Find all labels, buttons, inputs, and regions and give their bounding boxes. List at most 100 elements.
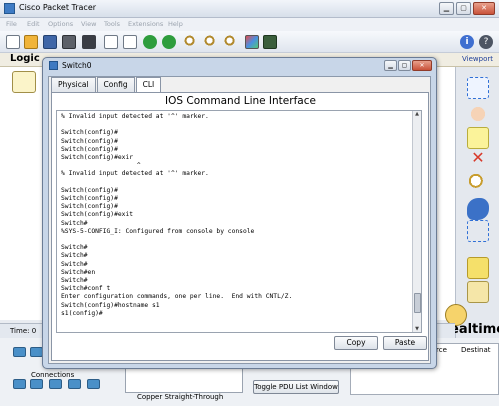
- switch-icon: [49, 61, 58, 70]
- new-file-icon[interactable]: [6, 35, 20, 49]
- add-complex-pdu-icon[interactable]: [467, 281, 489, 303]
- menu-tools[interactable]: Tools: [104, 20, 120, 28]
- terminal-line: Switch(config)#: [61, 195, 118, 203]
- cli-terminal[interactable]: % Invalid input detected at '^' marker. …: [56, 110, 422, 333]
- paste-icon[interactable]: [123, 35, 137, 49]
- close-button[interactable]: ✕: [473, 2, 495, 15]
- terminal-line: Switch#: [61, 219, 88, 227]
- terminal-line: % Invalid input detected at '^' marker.: [61, 113, 209, 120]
- place-note-icon[interactable]: [467, 127, 489, 149]
- packet-tracer-app-icon: [4, 3, 15, 14]
- zoom-out-icon[interactable]: [224, 35, 238, 49]
- main-toolbar: i ?: [0, 31, 499, 53]
- copy-button[interactable]: Copy: [334, 336, 378, 350]
- draw-shape-icon[interactable]: [467, 198, 489, 220]
- dialog-close-button[interactable]: ✕: [412, 60, 432, 71]
- app-title: Cisco Packet Tracer: [19, 3, 97, 12]
- device-tabs: Physical Config CLI: [51, 77, 162, 92]
- copy-icon[interactable]: [104, 35, 118, 49]
- viewport-label[interactable]: Viewport: [462, 55, 493, 63]
- dialog-window-controls: ▁ ▢ ✕: [384, 60, 432, 71]
- end-devices-category-icon[interactable]: [13, 379, 26, 389]
- menu-extensions[interactable]: Extensions: [128, 20, 163, 28]
- scrollbar-thumb[interactable]: [414, 293, 421, 313]
- menu-bar: File Edit Options View Tools Extensions …: [0, 18, 499, 31]
- menu-edit[interactable]: Edit: [27, 20, 40, 28]
- pdu-column-destination: Destinat: [461, 346, 491, 354]
- redo-icon[interactable]: [162, 35, 176, 49]
- terminal-line: Switch(config)#exit: [61, 211, 134, 219]
- main-window-titlebar: Cisco Packet Tracer ▁ ▢ ✕: [0, 0, 499, 18]
- menu-help[interactable]: Help: [168, 20, 183, 28]
- window-controls: ▁ ▢ ✕: [439, 2, 495, 15]
- tab-config[interactable]: Config: [96, 77, 135, 92]
- dialog-minimize-button[interactable]: ▁: [384, 60, 397, 71]
- open-folder-icon[interactable]: [24, 35, 38, 49]
- terminal-line: Switch(config)#: [61, 145, 118, 153]
- dialog-title: Switch0: [62, 61, 92, 70]
- logical-view-icon[interactable]: [12, 71, 36, 93]
- drawing-palette-icon[interactable]: [245, 35, 259, 49]
- terminal-line: Switch#en: [61, 268, 96, 276]
- right-tool-palette: ✕: [455, 67, 499, 340]
- undo-icon[interactable]: [143, 35, 157, 49]
- switch0-dialog: Switch0 ▁ ▢ ✕ Physical Config CLI IOS Co…: [42, 57, 437, 369]
- connections-label: Connections: [31, 371, 75, 379]
- menu-options[interactable]: Options: [48, 20, 73, 28]
- terminal-line: Switch(config)#: [61, 203, 118, 211]
- terminal-line: ^: [61, 162, 141, 170]
- terminal-line: Switch#: [61, 252, 88, 260]
- terminal-output: % Invalid input detected at '^' marker. …: [61, 113, 292, 318]
- terminal-scrollbar[interactable]: ▲ ▼: [412, 111, 421, 332]
- tab-physical[interactable]: Physical: [51, 77, 96, 92]
- terminal-line: Switch(config)#hostname s1: [61, 301, 160, 309]
- terminal-line: s1(config)#: [61, 309, 103, 317]
- help-icon[interactable]: ?: [479, 35, 493, 49]
- security-category-icon[interactable]: [49, 379, 62, 389]
- menu-file[interactable]: File: [6, 20, 17, 28]
- tab-cli[interactable]: CLI: [135, 77, 162, 92]
- add-simple-pdu-icon[interactable]: [467, 257, 489, 279]
- menu-view[interactable]: View: [81, 20, 96, 28]
- terminal-line: Switch#: [61, 260, 88, 268]
- terminal-line: Enter configuration commands, one per li…: [61, 293, 293, 301]
- resize-shape-icon[interactable]: [467, 220, 489, 242]
- move-hand-icon[interactable]: [467, 103, 489, 125]
- scroll-down-arrow[interactable]: ▼: [413, 326, 421, 332]
- scroll-up-arrow[interactable]: ▲: [413, 111, 421, 119]
- cable-type-label: Copper Straight-Through: [137, 393, 224, 401]
- paste-button[interactable]: Paste: [383, 336, 427, 350]
- custom-category-icon[interactable]: [87, 379, 100, 389]
- print-icon[interactable]: [62, 35, 76, 49]
- wan-emulation-category-icon[interactable]: [68, 379, 81, 389]
- router-category-icon[interactable]: [13, 347, 26, 357]
- terminal-line: Switch#: [61, 244, 88, 252]
- activity-wizard-icon[interactable]: [82, 35, 96, 49]
- terminal-line: Switch#conf t: [61, 285, 111, 293]
- maximize-button[interactable]: ▢: [456, 2, 471, 15]
- wireless-category-icon[interactable]: [30, 379, 43, 389]
- toggle-pdu-list-button[interactable]: Toggle PDU List Window: [253, 380, 339, 394]
- save-icon[interactable]: [43, 35, 57, 49]
- terminal-line: Switch(config)#: [61, 129, 118, 137]
- zoom-reset-icon[interactable]: [204, 35, 218, 49]
- dialog-maximize-button[interactable]: ▢: [398, 60, 411, 71]
- terminal-line: Switch(config)#exir: [61, 154, 134, 162]
- minimize-button[interactable]: ▁: [439, 2, 454, 15]
- dialog-titlebar[interactable]: Switch0 ▁ ▢ ✕: [43, 58, 436, 73]
- custom-devices-icon[interactable]: [263, 35, 277, 49]
- info-icon[interactable]: i: [460, 35, 474, 49]
- inspect-icon[interactable]: [467, 172, 489, 194]
- zoom-in-icon[interactable]: [184, 35, 198, 49]
- logical-workspace-tab[interactable]: Logic: [10, 53, 40, 64]
- terminal-line: % Invalid input detected at '^' marker.: [61, 170, 209, 178]
- pdu-column-source: rce: [436, 346, 447, 354]
- terminal-line: Switch(config)#: [61, 186, 118, 194]
- select-tool-icon[interactable]: [467, 77, 489, 99]
- cli-heading: IOS Command Line Interface: [165, 95, 316, 107]
- terminal-line: Switch(config)#: [61, 137, 118, 145]
- time-label: Time: 0: [10, 327, 37, 335]
- delete-icon[interactable]: ✕: [467, 147, 489, 169]
